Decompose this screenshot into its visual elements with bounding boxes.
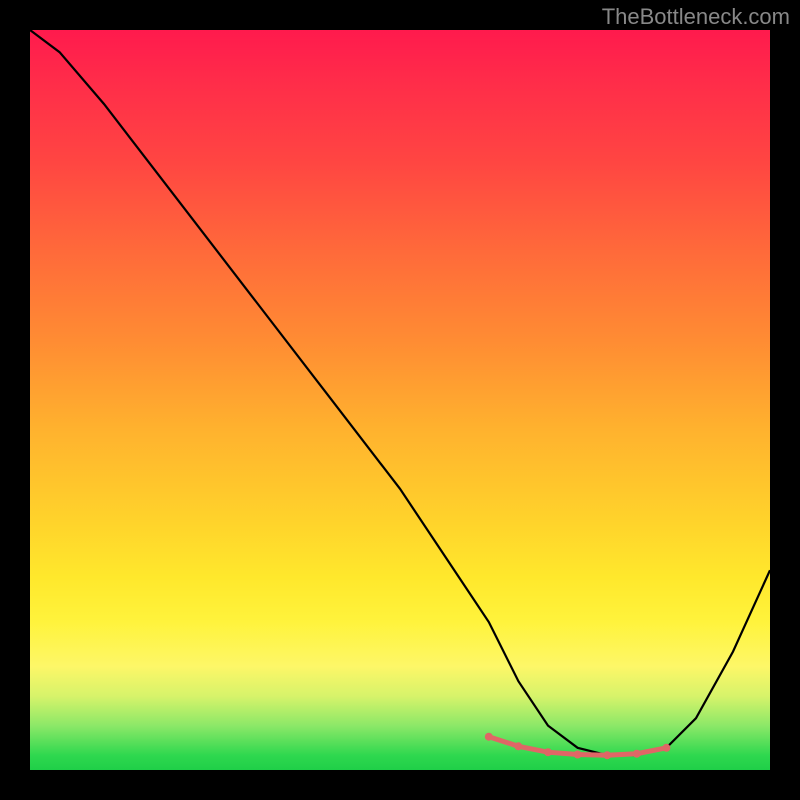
highlight-dot (544, 748, 552, 756)
chart-container: TheBottleneck.com (0, 0, 800, 800)
highlight-dot (514, 742, 522, 750)
highlight-dot (603, 751, 611, 759)
highlight-dot (485, 733, 493, 741)
highlight-dot (662, 744, 670, 752)
highlight-dot (633, 750, 641, 758)
highlight-dot (574, 751, 582, 759)
chart-svg (30, 30, 770, 770)
highlight-segment (485, 733, 671, 760)
watermark-text: TheBottleneck.com (602, 4, 790, 30)
plot-area (30, 30, 770, 770)
bottleneck-curve (30, 30, 770, 755)
